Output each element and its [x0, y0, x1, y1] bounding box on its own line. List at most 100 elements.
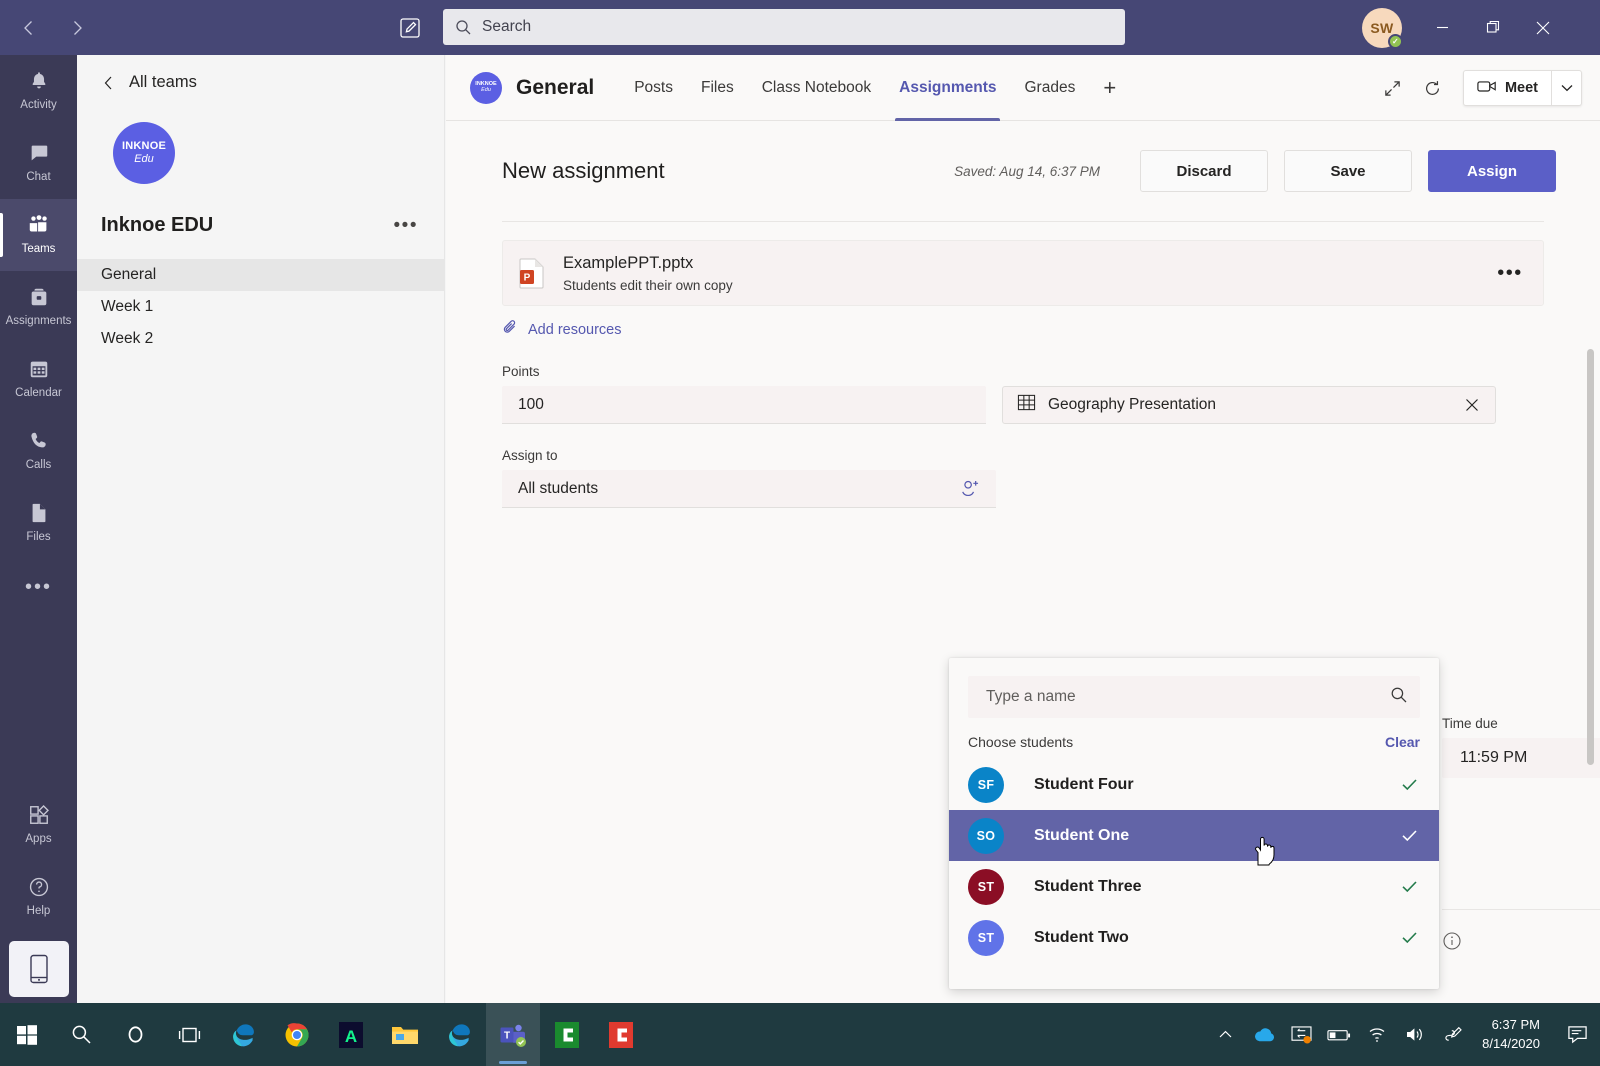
tab-files[interactable]: Files — [687, 55, 748, 121]
add-person-icon[interactable] — [960, 480, 980, 498]
task-view-button[interactable] — [162, 1003, 216, 1066]
all-teams-back-link[interactable]: All teams — [77, 55, 444, 92]
paperclip-icon — [502, 319, 519, 340]
assign-to-value: All students — [518, 480, 960, 498]
files-icon — [28, 502, 50, 529]
sidebar-item-help[interactable]: Help — [0, 861, 77, 933]
points-rubric-row: 100 Geography Presentation — [502, 386, 1544, 424]
points-input[interactable]: 100 — [502, 386, 986, 424]
assignment-title: New assignment — [502, 158, 954, 184]
save-button[interactable]: Save — [1284, 150, 1412, 192]
meet-button-main[interactable]: Meet — [1464, 71, 1551, 105]
edge-window[interactable] — [432, 1003, 486, 1066]
onedrive-tray[interactable] — [1244, 1003, 1282, 1066]
sidebar-item-apps[interactable]: Apps — [0, 789, 77, 861]
teams-icon: T — [499, 1022, 527, 1048]
list-item[interactable]: ST Student Three — [949, 861, 1439, 912]
taskbar-clock[interactable]: 6:37 PM 8/14/2020 — [1472, 1016, 1554, 1054]
list-item[interactable]: ST Student Two — [949, 912, 1439, 963]
assign-to-field[interactable]: All students — [502, 470, 996, 508]
battery-icon — [1327, 1028, 1351, 1042]
red-c-app[interactable] — [594, 1003, 648, 1066]
channel-item-week-1[interactable]: Week 1 — [77, 291, 444, 323]
display-tray[interactable] — [1282, 1003, 1320, 1066]
maximize-restore-button[interactable] — [1468, 0, 1518, 55]
onedrive-icon — [1252, 1027, 1275, 1043]
green-c-app[interactable] — [540, 1003, 594, 1066]
clear-selection-button[interactable]: Clear — [1385, 734, 1420, 750]
chrome-app[interactable] — [270, 1003, 324, 1066]
team-more-options-button[interactable]: ••• — [394, 215, 418, 237]
tab-class-notebook[interactable]: Class Notebook — [748, 55, 885, 121]
list-item[interactable]: SO Student One — [949, 810, 1439, 861]
sidebar-item-activity[interactable]: Activity — [0, 55, 77, 127]
assign-button[interactable]: Assign — [1428, 150, 1556, 192]
taskbar-search[interactable] — [54, 1003, 108, 1066]
bell-icon — [28, 70, 50, 97]
checkmark-icon — [1399, 774, 1420, 795]
teams-app[interactable]: T — [486, 1003, 540, 1066]
letter-a-app[interactable]: A — [324, 1003, 378, 1066]
minimize-button[interactable] — [1417, 0, 1467, 55]
search-icon — [1390, 686, 1408, 709]
sidebar-item-chat[interactable]: Chat — [0, 127, 77, 199]
remove-rubric-button[interactable] — [1457, 390, 1487, 420]
info-icon[interactable] — [1442, 931, 1462, 956]
forward-button[interactable] — [60, 11, 94, 45]
expand-icon[interactable] — [1375, 70, 1411, 106]
teams-window: Search SW ✓ Activity Chat — [0, 0, 1600, 1066]
back-button[interactable] — [12, 11, 46, 45]
all-teams-label: All teams — [129, 73, 197, 92]
mobile-device-icon[interactable] — [9, 941, 69, 997]
sidebar-item-calendar[interactable]: Calendar — [0, 343, 77, 415]
close-button[interactable] — [1518, 0, 1568, 55]
sidebar-item-files[interactable]: Files — [0, 487, 77, 559]
edge-icon — [445, 1021, 473, 1049]
battery-tray[interactable] — [1320, 1003, 1358, 1066]
pen-tray[interactable] — [1434, 1003, 1472, 1066]
avatar: ST — [968, 920, 1004, 956]
sidebar-item-assignments[interactable]: Assignments — [0, 271, 77, 343]
cortana-button[interactable] — [108, 1003, 162, 1066]
content-scrollbar[interactable] — [1587, 349, 1594, 765]
discard-button[interactable]: Discard — [1140, 150, 1268, 192]
avatar[interactable]: SW ✓ — [1362, 8, 1402, 48]
team-avatar-line1: INKNOE — [122, 141, 166, 152]
chevron-up-icon — [1218, 1027, 1233, 1042]
tab-assignments[interactable]: Assignments — [885, 55, 1010, 121]
sidebar-item-calls[interactable]: Calls — [0, 415, 77, 487]
action-center-button[interactable] — [1554, 1003, 1600, 1066]
student-search-input[interactable]: Type a name — [968, 676, 1420, 718]
rubric-chip[interactable]: Geography Presentation — [1002, 386, 1496, 424]
rail-label-activity: Activity — [20, 100, 56, 112]
tab-grades[interactable]: Grades — [1010, 55, 1089, 121]
meet-button[interactable]: Meet — [1463, 70, 1582, 106]
file-explorer-app[interactable] — [378, 1003, 432, 1066]
tab-posts[interactable]: Posts — [620, 55, 687, 121]
add-resources-button[interactable]: Add resources — [502, 319, 1544, 340]
show-hidden-icons[interactable] — [1206, 1003, 1244, 1066]
refresh-icon[interactable] — [1415, 70, 1451, 106]
student-name: Student One — [1034, 827, 1399, 845]
compose-new-chat-button[interactable] — [393, 11, 427, 45]
start-button[interactable] — [0, 1003, 54, 1066]
attachment-file-name: ExamplePPT.pptx — [563, 253, 1493, 274]
add-tab-button[interactable]: + — [1089, 55, 1130, 121]
sidebar-item-teams[interactable]: Teams — [0, 199, 77, 271]
channel-header: INKNOE Edu General Posts Files Class Not… — [446, 55, 1600, 121]
channel-item-week-2[interactable]: Week 2 — [77, 323, 444, 355]
edge-app[interactable] — [216, 1003, 270, 1066]
list-item[interactable]: SF Student Four — [949, 759, 1439, 810]
volume-tray[interactable] — [1396, 1003, 1434, 1066]
chevron-down-icon[interactable] — [1551, 71, 1581, 105]
network-tray[interactable] — [1358, 1003, 1396, 1066]
attachment-more-options-button[interactable]: ••• — [1493, 256, 1527, 290]
rail-more-button[interactable]: ••• — [0, 559, 77, 615]
search-bar[interactable]: Search — [443, 9, 1125, 45]
time-due-value: 11:59 PM — [1460, 749, 1600, 767]
rail-label-calendar: Calendar — [15, 388, 62, 400]
channel-list: General Week 1 Week 2 — [77, 259, 444, 355]
channel-item-general[interactable]: General — [77, 259, 444, 291]
attachment-card[interactable]: P ExamplePPT.pptx Students edit their ow… — [502, 240, 1544, 306]
time-due-input[interactable]: 11:59 PM — [1442, 738, 1600, 778]
